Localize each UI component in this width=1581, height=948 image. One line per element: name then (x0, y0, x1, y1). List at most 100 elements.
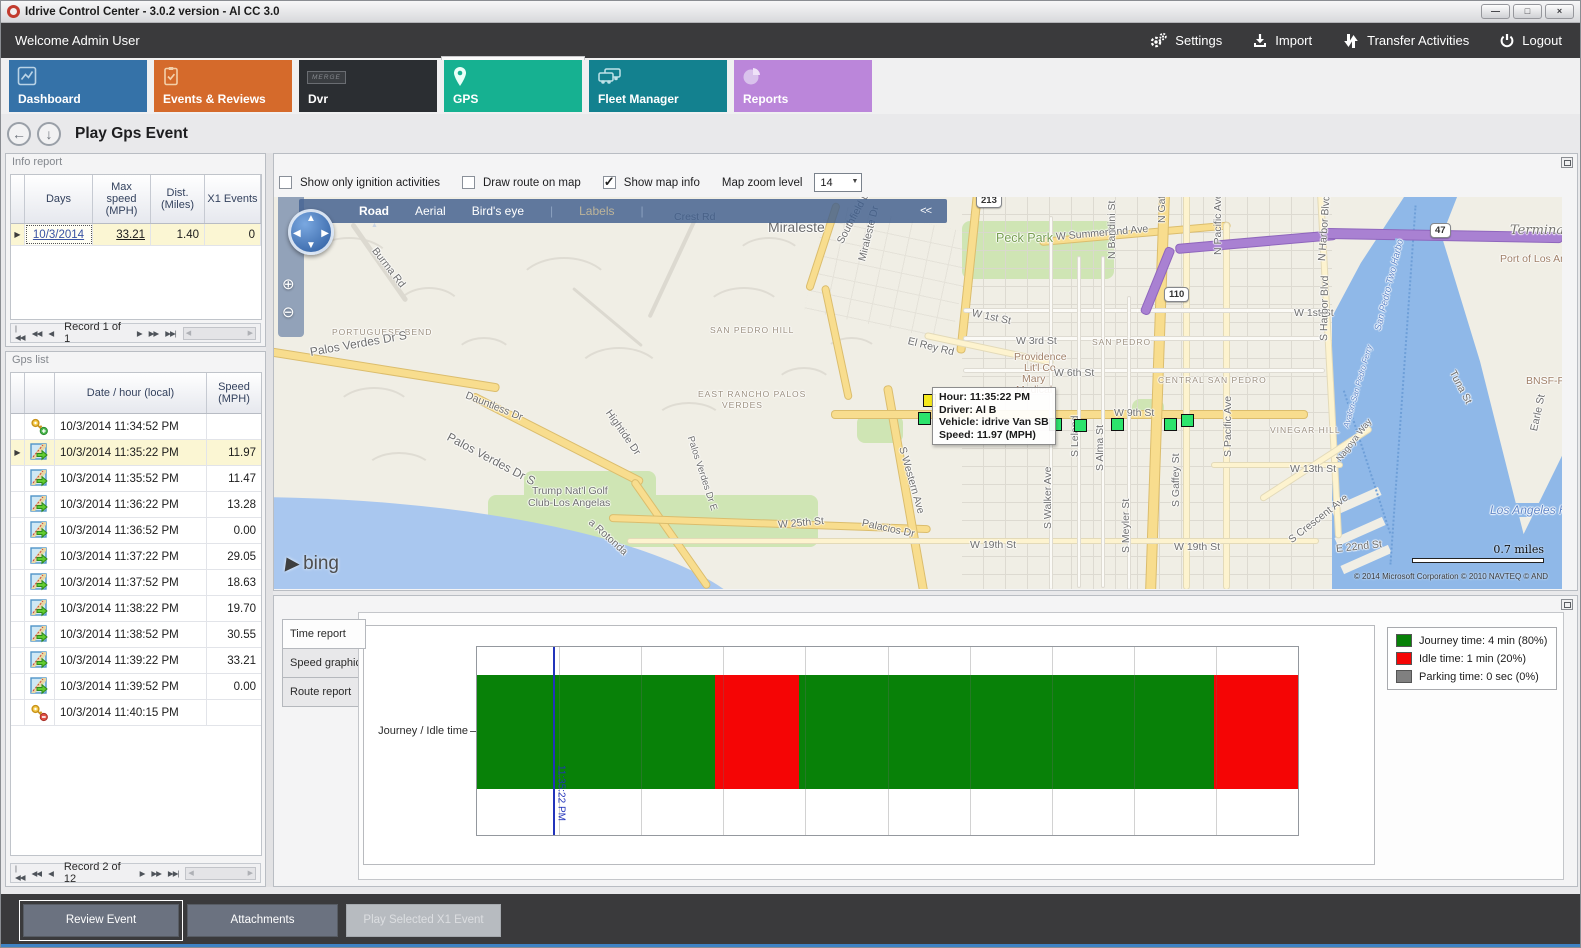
map-pan-compass[interactable]: ▲ ▼ ◀ ▶ (288, 209, 334, 255)
info-cell[interactable]: 33.21 (93, 224, 151, 245)
report-tab-speed-graphic[interactable]: Speed graphic (282, 648, 362, 678)
settings-button[interactable]: Settings (1149, 32, 1222, 49)
pager-next-last-icon[interactable]: ▶▶ (151, 869, 161, 878)
gps-table-row[interactable]: 10/3/2014 11:39:52 PM0.00 (11, 674, 261, 700)
gps-time-cell[interactable]: 10/3/2014 11:38:22 PM (55, 596, 207, 621)
gps-column-header[interactable]: Speed (MPH) (207, 373, 261, 413)
pan-arrow-icon[interactable]: ◀ (293, 228, 301, 239)
gps-table-row[interactable]: 10/3/2014 11:40:15 PM (11, 700, 261, 726)
gps-table-row[interactable]: 10/3/2014 11:36:22 PM13.28 (11, 492, 261, 518)
gps-table-row[interactable]: ▶10/3/2014 11:35:22 PM11.97 (11, 440, 261, 466)
gps-speed-cell[interactable]: 30.55 (207, 622, 261, 647)
gps-speed-cell[interactable]: 18.63 (207, 570, 261, 595)
chart-panel-collapse-button[interactable] (1561, 599, 1573, 610)
gps-table-row[interactable]: 10/3/2014 11:37:52 PM18.63 (11, 570, 261, 596)
review-event-button[interactable]: Review Event (23, 904, 179, 937)
gps-time-cell[interactable]: 10/3/2014 11:39:52 PM (55, 674, 207, 699)
pager-next-last-icon[interactable]: ▶▶| (165, 329, 175, 338)
tab-gps[interactable]: GPS (444, 60, 582, 112)
map-panel-collapse-button[interactable] (1561, 157, 1573, 168)
report-tab-time-report[interactable]: Time report (282, 619, 366, 649)
logout-button[interactable]: Logout (1499, 33, 1562, 49)
gps-table-row[interactable]: 10/3/2014 11:36:52 PM0.00 (11, 518, 261, 544)
info-column-header[interactable]: Dist. (Miles) (151, 175, 205, 223)
gps-time-cell[interactable]: 10/3/2014 11:37:22 PM (55, 544, 207, 569)
gps-speed-cell[interactable]: 11.47 (207, 466, 261, 491)
gps-speed-cell[interactable]: 13.28 (207, 492, 261, 517)
gps-table-row[interactable]: 10/3/2014 11:37:22 PM29.05 (11, 544, 261, 570)
pager-first-prev-icon[interactable]: |◀◀ (15, 324, 25, 342)
collapse-arrow-button[interactable]: ↓ (37, 122, 61, 146)
panel-splitter[interactable] (266, 153, 273, 887)
route-point-marker[interactable] (918, 412, 931, 425)
pan-arrow-icon[interactable]: ▼ (306, 240, 316, 251)
pager-first-prev-icon[interactable]: ◀ (48, 869, 53, 878)
pager-first-prev-icon[interactable]: |◀◀ (15, 864, 25, 882)
gps-time-cell[interactable]: 10/3/2014 11:36:22 PM (55, 492, 207, 517)
pager-first-prev-icon[interactable]: ◀◀ (32, 329, 42, 338)
gps-speed-cell[interactable]: 19.70 (207, 596, 261, 621)
gps-time-cell[interactable]: 10/3/2014 11:38:52 PM (55, 622, 207, 647)
gps-speed-cell[interactable]: 33.21 (207, 648, 261, 673)
gps-time-cell[interactable]: 10/3/2014 11:35:22 PM (55, 440, 207, 465)
gps-table-row[interactable]: 10/3/2014 11:35:52 PM11.47 (11, 466, 261, 492)
gps-time-cell[interactable]: 10/3/2014 11:35:52 PM (55, 466, 207, 491)
pager-scrollbar[interactable]: ◀▶ (185, 867, 256, 880)
info-cell[interactable]: 10/3/2014 (25, 224, 93, 245)
tab-events-reviews[interactable]: Events & Reviews (154, 60, 292, 112)
tab-reports[interactable]: Reports (734, 60, 872, 112)
gps-time-cell[interactable]: 10/3/2014 11:36:52 PM (55, 518, 207, 543)
back-arrow-button[interactable]: ← (7, 122, 31, 146)
gps-column-header[interactable]: Date / hour (local) (55, 373, 207, 413)
pan-arrow-icon[interactable]: ▶ (321, 228, 329, 239)
route-point-marker[interactable] (1164, 418, 1177, 431)
pager-first-prev-icon[interactable]: ◀ (48, 329, 53, 338)
bing-map[interactable]: Burma RdSouthfield DrCrest RdMiralesteMi… (274, 197, 1562, 589)
close-button[interactable]: × (1545, 4, 1574, 19)
map-view-bird-s-eye[interactable]: Bird's eye (472, 204, 524, 218)
map-view-labels[interactable]: Labels (579, 204, 614, 218)
gps-table-row[interactable]: 10/3/2014 11:38:52 PM30.55 (11, 622, 261, 648)
maximize-button[interactable]: □ (1513, 4, 1542, 19)
gps-speed-cell[interactable]: 0.00 (207, 674, 261, 699)
report-tab-route-report[interactable]: Route report (282, 677, 362, 707)
gps-time-cell[interactable]: 10/3/2014 11:40:15 PM (55, 700, 207, 725)
gps-table-row[interactable]: 10/3/2014 11:34:52 PM (11, 414, 261, 440)
tab-dashboard[interactable]: Dashboard (9, 60, 147, 112)
info-table-row[interactable]: ▶10/3/201433.211.400 (11, 224, 261, 246)
gps-time-cell[interactable]: 10/3/2014 11:37:52 PM (55, 570, 207, 595)
pager-next-last-icon[interactable]: ▶ (140, 869, 145, 878)
gps-speed-cell[interactable]: 11.97 (207, 440, 261, 465)
zoom-in-icon[interactable]: ⊕ (282, 275, 295, 293)
tab-dvr[interactable]: MERGEDvr (299, 60, 437, 112)
route-point-marker[interactable] (1074, 419, 1087, 432)
gps-speed-cell[interactable]: 0.00 (207, 518, 261, 543)
map-view-aerial[interactable]: Aerial (415, 204, 446, 218)
checkbox-show-only-ignition-activities[interactable] (279, 176, 292, 189)
info-column-header[interactable]: X1 Events (205, 175, 261, 223)
gps-speed-cell[interactable] (207, 414, 261, 439)
map-zoom-select[interactable]: 14 (814, 173, 862, 192)
route-point-marker[interactable] (1181, 414, 1194, 427)
gps-table-row[interactable]: 10/3/2014 11:39:22 PM33.21 (11, 648, 261, 674)
info-column-header[interactable]: Days (25, 175, 93, 223)
pager-scrollbar[interactable]: ◀▶ (183, 327, 256, 340)
gps-table-row[interactable]: 10/3/2014 11:38:22 PM19.70 (11, 596, 261, 622)
info-column-header[interactable]: Max speed (MPH) (93, 175, 151, 223)
tab-fleet-manager[interactable]: Fleet Manager (589, 60, 727, 112)
transfer-button[interactable]: Transfer Activities (1342, 33, 1469, 49)
gps-time-cell[interactable]: 10/3/2014 11:34:52 PM (55, 414, 207, 439)
pager-first-prev-icon[interactable]: ◀◀ (32, 869, 42, 878)
gps-speed-cell[interactable] (207, 700, 261, 725)
checkbox-show-map-info[interactable] (603, 176, 616, 189)
toolbar-collapse-icon[interactable]: << (920, 205, 931, 217)
attachments-button[interactable]: Attachments (187, 904, 338, 937)
gps-speed-cell[interactable]: 29.05 (207, 544, 261, 569)
import-button[interactable]: Import (1252, 33, 1312, 49)
zoom-out-icon[interactable]: ⊖ (282, 303, 295, 321)
pager-next-last-icon[interactable]: ▶ (137, 329, 142, 338)
pager-next-last-icon[interactable]: ▶▶ (149, 329, 159, 338)
route-point-marker[interactable] (1111, 418, 1124, 431)
minimize-button[interactable]: — (1481, 4, 1510, 19)
pan-arrow-icon[interactable]: ▲ (306, 213, 316, 224)
